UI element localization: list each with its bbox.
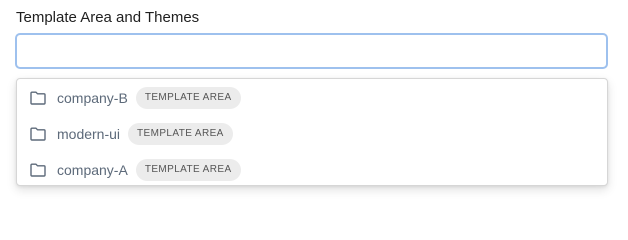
template-area-badge: TEMPLATE AREA: [128, 123, 233, 145]
folder-icon: [30, 127, 46, 141]
autocomplete-dropdown: company-B TEMPLATE AREA modern-ui TEMPLA…: [16, 78, 608, 186]
template-area-search-input[interactable]: [15, 33, 608, 69]
option-name: company-B: [57, 90, 128, 106]
option-company-b[interactable]: company-B TEMPLATE AREA: [17, 80, 607, 116]
field-label: Template Area and Themes: [16, 9, 200, 26]
folder-icon: [30, 163, 46, 177]
option-name: company-A: [57, 162, 128, 178]
folder-icon: [30, 91, 46, 105]
option-name: modern-ui: [57, 126, 121, 142]
template-area-badge: TEMPLATE AREA: [135, 87, 241, 109]
template-area-badge: TEMPLATE AREA: [135, 159, 241, 181]
template-area-themes-field: Template Area and Themes company-B TEMPL…: [0, 0, 628, 208]
option-company-a[interactable]: company-A TEMPLATE AREA: [17, 152, 607, 188]
option-modern-ui[interactable]: modern-ui TEMPLATE AREA: [17, 116, 607, 152]
